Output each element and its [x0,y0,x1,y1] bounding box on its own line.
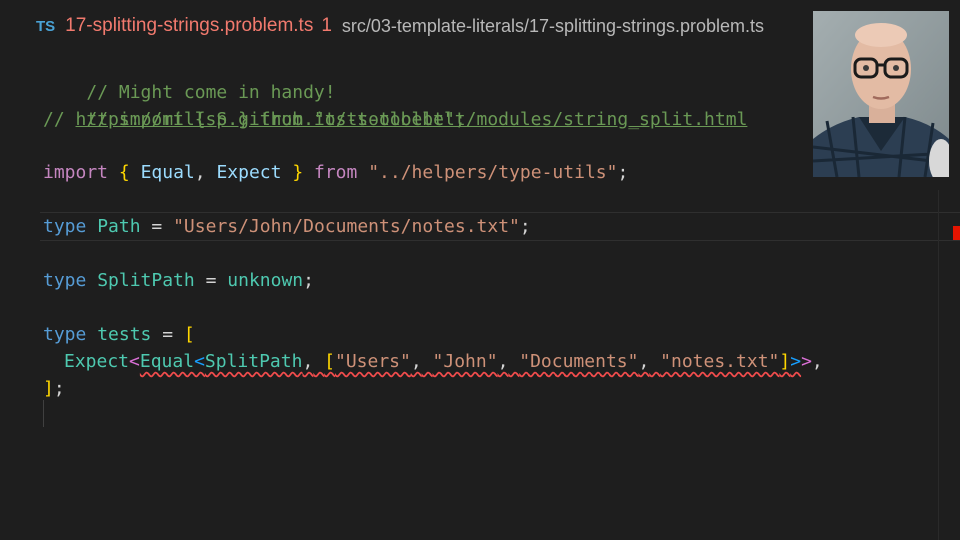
code-line-2: // import { S } from "ts-toolbelt"; [43,79,465,130]
import-path-string: "../helpers/type-utils" [368,162,618,183]
code-editor[interactable]: // Might come in handy! // import { S } … [0,52,960,540]
keyword-from: from [314,162,358,183]
keyword-type: type [43,324,87,345]
code-line-3: // https://millsp.github.io/ts-toolbelt/… [43,106,747,133]
active-tab[interactable]: TS 17-splitting-strings.problem.ts 1 src… [0,0,764,52]
type-name-tests: tests [97,324,152,345]
type-error-squiggle[interactable]: Equal<SplitPath, ["Users", "John", "Docu… [140,351,801,372]
code-line-tests: type tests = [ [43,324,195,345]
breadcrumb-path: src/03-template-literals/17-splitting-st… [341,15,765,36]
type-splitpath-ref: SplitPath [204,351,303,372]
webcam-overlay [813,11,949,177]
presenter-image [813,11,949,177]
typescript-icon: TS [36,17,56,35]
code-line-expect: Expect<Equal<SplitPath, ["Users", "John"… [64,351,823,372]
code-line-close: ]; [43,378,65,399]
type-expect: Expect [64,351,130,372]
tab-filename: 17-splitting-strings.problem.ts [65,15,314,36]
string-part: "notes.txt" [660,351,780,372]
keyword-type: type [43,270,87,291]
error-marker-icon [953,226,960,240]
code-line-1: // Might come in handy! [43,52,335,103]
indent-guide [43,400,44,427]
identifier-expect: Expect [216,162,282,183]
type-equal: Equal [139,351,195,372]
problem-count-badge: 1 [321,15,332,36]
comment-prefix: // [43,109,76,130]
identifier-equal: Equal [140,162,195,183]
path-string-literal: "Users/John/Documents/notes.txt" [173,216,520,237]
string-part: "John" [432,351,498,372]
code-line-splitpath: type SplitPath = unknown; [43,270,314,291]
editor-scrollbar[interactable] [938,190,960,540]
keyword-import: import [43,162,109,183]
code-line-path: type Path = "Users/John/Documents/notes.… [43,216,531,237]
type-name-splitpath: SplitPath [97,270,195,291]
string-part: "Users" [334,351,411,372]
unknown-keyword: unknown [227,270,304,291]
string-part: "Documents" [519,351,639,372]
docs-link[interactable]: https://millsp.github.io/ts-toolbelt/mod… [76,109,748,130]
code-line-import: import { Equal, Expect } from "../helper… [43,162,629,183]
type-name-path: Path [97,216,141,237]
keyword-type: type [43,216,87,237]
